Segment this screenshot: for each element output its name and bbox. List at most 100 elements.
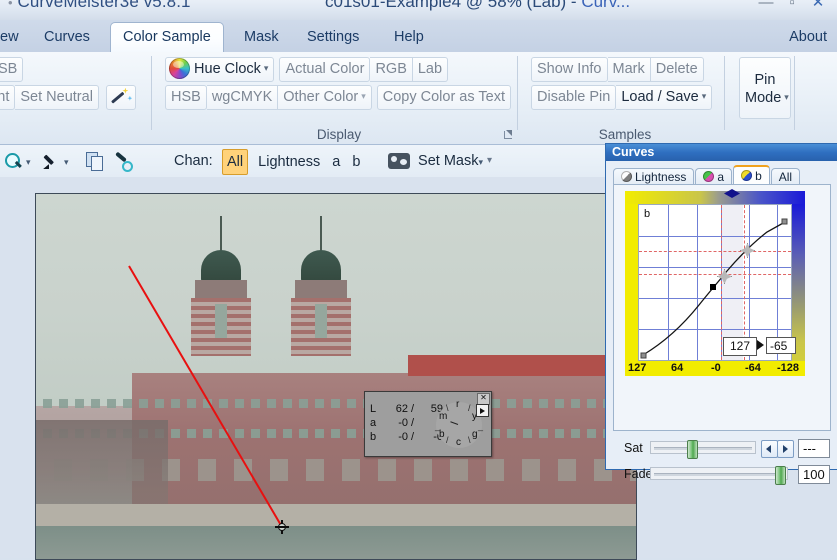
minimize-icon[interactable]: —: [753, 0, 779, 11]
wrench-tool[interactable]: [112, 149, 133, 173]
group-separator: [517, 56, 518, 130]
tab-curves[interactable]: Curves: [32, 22, 102, 52]
show-info-button[interactable]: Show Info: [531, 57, 608, 82]
photo-tower-right: [291, 216, 351, 356]
about-link[interactable]: About: [783, 22, 833, 52]
disable-pin-button[interactable]: Disable Pin: [531, 85, 617, 110]
menu-tab-strip: ew Curves Color Sample Mask Settings Hel…: [0, 20, 837, 54]
chevron-down-icon[interactable]: ▾: [26, 157, 31, 167]
hue-letter-c: c: [456, 437, 461, 448]
mark-button[interactable]: Mark: [607, 57, 651, 82]
sample-target-marker[interactable]: [275, 520, 289, 534]
curves-panel-title: Curves: [606, 144, 837, 161]
auto-neutral-wand-button[interactable]: [106, 85, 137, 110]
fade-slider-thumb[interactable]: [775, 466, 786, 485]
chevron-down-icon[interactable]: ▾: [478, 157, 483, 167]
pin-mode-line1: Pin: [754, 72, 776, 88]
axis-tick-3: -64: [745, 362, 761, 374]
saturation-row: Sat ---: [606, 438, 837, 460]
curve-input-value[interactable]: 127: [723, 337, 757, 356]
lightness-button[interactable]: ight: [0, 85, 16, 110]
channel-b[interactable]: b: [352, 154, 360, 170]
copy-color-as-text-button[interactable]: Copy Color as Text: [376, 85, 511, 110]
tab-view[interactable]: ew: [0, 22, 31, 52]
other-color-label: Other Color: [283, 89, 359, 105]
sample-before-b: -0: [398, 431, 408, 443]
ribbon: SB ightSet Neutral Hue Clock▾Actual Colo…: [0, 52, 837, 145]
actual-color-button[interactable]: Actual Color: [279, 57, 371, 82]
tab-help[interactable]: Help: [382, 22, 436, 52]
channel-a[interactable]: a: [332, 154, 340, 170]
ribbon-group-neutral: SB ightSet Neutral: [0, 52, 152, 144]
sat-slider[interactable]: [650, 440, 756, 459]
set-neutral-button[interactable]: Set Neutral: [15, 85, 99, 110]
sat-value[interactable]: ---: [798, 439, 830, 458]
chevron-down-icon[interactable]: ▾: [264, 63, 269, 73]
sat-decrement-button[interactable]: [761, 440, 778, 458]
hsb-button[interactable]: SB: [0, 57, 24, 82]
sample-sep-L: /: [410, 403, 415, 415]
photo-roof: [408, 354, 636, 377]
curve-output-value[interactable]: -65: [766, 337, 796, 354]
hue-clock-icon: [169, 57, 190, 79]
curves-tab-b-label: b: [755, 169, 762, 183]
photo-window-row-1: [36, 399, 636, 408]
copy-tool[interactable]: [86, 149, 104, 173]
display-group-label: Display: [316, 127, 362, 142]
channel-all[interactable]: All: [222, 149, 249, 175]
magic-wand-icon: [110, 87, 133, 108]
pin-mode-button[interactable]: Pin Mode ▾: [739, 57, 791, 119]
sample-row-a: a-0/0: [370, 416, 443, 430]
other-color-button[interactable]: Other Color ▾: [278, 85, 372, 110]
chevron-down-icon[interactable]: ▾: [361, 91, 366, 101]
sat-increment-button[interactable]: [777, 440, 794, 458]
tab-color-sample[interactable]: Color Sample: [110, 22, 224, 54]
top-gradient-bar: [625, 191, 805, 204]
chevron-down-icon[interactable]: ▾: [64, 157, 69, 167]
ribbon-group-samples: Show Info Mark Delete Disable Pin Load / Sa…: [525, 52, 725, 144]
load-save-button[interactable]: Load / Save ▾: [616, 85, 713, 110]
zoom-tool[interactable]: ▾: [4, 149, 31, 173]
display-dialog-launcher-icon[interactable]: [503, 130, 514, 141]
sample-info-box[interactable]: ✕ L62/59 a-0/0 b-0/-0 r y g c b m \: [364, 391, 492, 457]
mask-icon: [388, 153, 410, 170]
maximize-icon[interactable]: ▫: [779, 0, 805, 11]
channel-selector: All Lightness a b: [222, 149, 360, 175]
lab-button[interactable]: Lab: [412, 57, 449, 82]
hsb-display-button[interactable]: HSB: [165, 85, 207, 110]
hue-clock-button[interactable]: Hue Clock ▾: [165, 57, 275, 82]
chevron-down-icon[interactable]: ▾: [784, 92, 789, 102]
wgcmyk-button[interactable]: wgCMYK: [206, 85, 279, 110]
eyedropper-tool[interactable]: ▾: [42, 149, 69, 173]
chevron-down-icon[interactable]: ▾: [702, 91, 707, 101]
document-title: c01s01-Example4 @ 58% (Lab) - Curv...: [325, 0, 630, 12]
a-swatch-icon: [703, 171, 715, 182]
fade-slider[interactable]: [650, 466, 788, 485]
eyedropper-icon: [42, 152, 60, 170]
sample-pin-icon[interactable]: [476, 404, 489, 417]
set-mask-tool[interactable]: Set Mask▾: [388, 149, 483, 173]
curve-anchor-point[interactable]: [710, 284, 716, 290]
image-canvas[interactable]: [35, 193, 637, 560]
sat-slider-thumb[interactable]: [687, 440, 698, 459]
group-separator: [724, 56, 725, 130]
fade-value[interactable]: 100: [798, 465, 830, 484]
tab-settings[interactable]: Settings: [295, 22, 371, 52]
chan-label: Chan:: [174, 153, 213, 169]
b-swatch-icon: [741, 170, 753, 181]
delete-button[interactable]: Delete: [650, 57, 704, 82]
application-window: • CurveMeister3e v5.8.1 c01s01-Example4 …: [0, 0, 837, 560]
close-icon[interactable]: ✕: [805, 0, 831, 11]
lightness-swatch-icon: [621, 171, 632, 182]
value-arrow-icon: [757, 340, 764, 350]
axis-tick-2: -0: [711, 362, 721, 374]
ribbon-group-pinmode: Pin Mode ▾: [733, 52, 795, 144]
tab-mask[interactable]: Mask: [232, 22, 291, 52]
rgb-button[interactable]: RGB: [370, 57, 413, 82]
hue-letter-r: r: [456, 399, 460, 410]
curves-panel: Curves Lightness a b All b 127 -65 127 6…: [605, 143, 837, 485]
channel-lightness[interactable]: Lightness: [258, 154, 320, 170]
toolbar-overflow-icon[interactable]: ▾: [487, 149, 492, 173]
title-bullet: •: [8, 0, 13, 11]
magnifier-icon: [4, 152, 22, 170]
